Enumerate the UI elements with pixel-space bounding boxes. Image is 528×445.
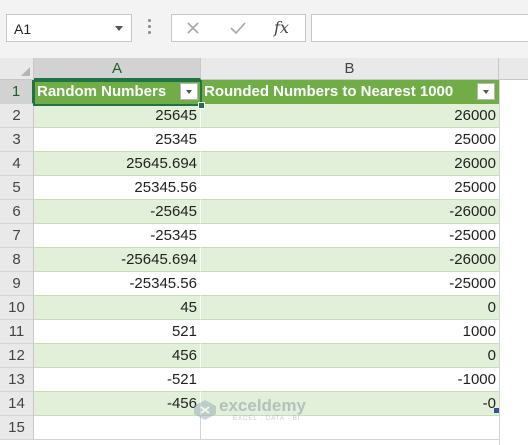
table-cell-random-number[interactable]: -25345 bbox=[34, 224, 201, 248]
row-header[interactable]: 3 bbox=[0, 128, 34, 152]
column-header-a[interactable]: A bbox=[34, 58, 201, 80]
fill-handle[interactable] bbox=[198, 102, 205, 109]
name-box-value: A1 bbox=[14, 21, 32, 37]
formula-toolbar: A1 fx bbox=[0, 0, 528, 58]
table-header-rounded-numbers[interactable]: Rounded Numbers to Nearest 1000 bbox=[201, 80, 499, 104]
row-header[interactable]: 4 bbox=[0, 152, 34, 176]
table-cell-rounded-number[interactable]: 25000 bbox=[201, 128, 499, 152]
cancel-icon[interactable] bbox=[186, 21, 200, 35]
row-header[interactable]: 5 bbox=[0, 176, 34, 200]
table-cell-rounded-number[interactable]: 0 bbox=[201, 344, 499, 368]
filter-dropdown-icon[interactable] bbox=[180, 83, 198, 100]
table-cell-random-number[interactable]: -25645 bbox=[34, 200, 201, 224]
table-cell-rounded-number[interactable]: -26000 bbox=[201, 248, 499, 272]
gridline bbox=[499, 80, 500, 445]
table-resize-handle[interactable] bbox=[494, 408, 499, 413]
column-header-b[interactable]: B bbox=[201, 58, 499, 80]
watermark-name: exceldemy bbox=[219, 396, 306, 415]
column-header-c[interactable] bbox=[499, 58, 528, 80]
row-header[interactable]: 1 bbox=[0, 80, 34, 104]
table-cell-random-number[interactable]: 25345 bbox=[34, 128, 201, 152]
select-all-button[interactable] bbox=[0, 58, 34, 80]
row-header[interactable]: 14 bbox=[0, 392, 34, 416]
enter-check-icon[interactable] bbox=[230, 21, 246, 35]
header-label: Random Numbers bbox=[37, 83, 167, 100]
table-cell-random-number[interactable]: -25645.694 bbox=[34, 248, 201, 272]
row-header[interactable]: 12 bbox=[0, 344, 34, 368]
row-header[interactable]: 8 bbox=[0, 248, 34, 272]
table-cell-random-number[interactable]: 25645 bbox=[34, 104, 201, 128]
formula-input[interactable] bbox=[311, 14, 528, 42]
table-cell-rounded-number[interactable]: 1000 bbox=[201, 320, 499, 344]
watermark-tagline: EXCEL · DATA · BI bbox=[233, 416, 301, 422]
row-header[interactable]: 2 bbox=[0, 104, 34, 128]
table-cell-random-number[interactable]: -521 bbox=[34, 368, 201, 392]
table-cell-rounded-number[interactable]: -1000 bbox=[201, 368, 499, 392]
table-header-random-numbers[interactable]: Random Numbers bbox=[34, 80, 201, 104]
table-cell-random-number[interactable]: 45 bbox=[34, 296, 201, 320]
table-cell-random-number[interactable]: 521 bbox=[34, 320, 201, 344]
row-header[interactable]: 13 bbox=[0, 368, 34, 392]
table-cell-rounded-number[interactable]: 25000 bbox=[201, 176, 499, 200]
chevron-down-icon[interactable] bbox=[115, 26, 123, 31]
insert-function-button[interactable]: fx bbox=[274, 18, 289, 37]
row-header[interactable]: 7 bbox=[0, 224, 34, 248]
exceldemy-watermark: exceldemy EXCEL · DATA · BI bbox=[193, 396, 306, 426]
table-cell-rounded-number[interactable]: -25000 bbox=[201, 272, 499, 296]
table-cell-random-number[interactable]: 456 bbox=[34, 344, 201, 368]
table-cell-random-number[interactable]: -456 bbox=[34, 392, 201, 416]
row-header[interactable]: 6 bbox=[0, 200, 34, 224]
table-cell-random-number[interactable]: 25345.56 bbox=[34, 176, 201, 200]
table-cell-random-number[interactable]: -25345.56 bbox=[34, 272, 201, 296]
header-label: Rounded Numbers to Nearest 1000 bbox=[204, 83, 454, 100]
table-cell-random-number[interactable]: 25645.694 bbox=[34, 152, 201, 176]
table-cell-rounded-number[interactable]: 0 bbox=[201, 296, 499, 320]
formula-actions: fx bbox=[171, 14, 306, 42]
select-all-icon bbox=[21, 67, 30, 76]
table-cell-rounded-number[interactable]: 26000 bbox=[201, 104, 499, 128]
row-header[interactable]: 15 bbox=[0, 416, 34, 440]
name-box[interactable]: A1 bbox=[6, 14, 132, 42]
empty-cell[interactable] bbox=[34, 416, 201, 440]
table-cell-rounded-number[interactable]: 26000 bbox=[201, 152, 499, 176]
row-header[interactable]: 10 bbox=[0, 296, 34, 320]
table-cell-rounded-number[interactable]: -25000 bbox=[201, 224, 499, 248]
table-cell-rounded-number[interactable]: -26000 bbox=[201, 200, 499, 224]
row-header[interactable]: 11 bbox=[0, 320, 34, 344]
more-options-icon[interactable] bbox=[148, 19, 152, 37]
exceldemy-logo-icon bbox=[194, 400, 216, 420]
filter-dropdown-icon[interactable] bbox=[477, 83, 495, 100]
row-header[interactable]: 9 bbox=[0, 272, 34, 296]
